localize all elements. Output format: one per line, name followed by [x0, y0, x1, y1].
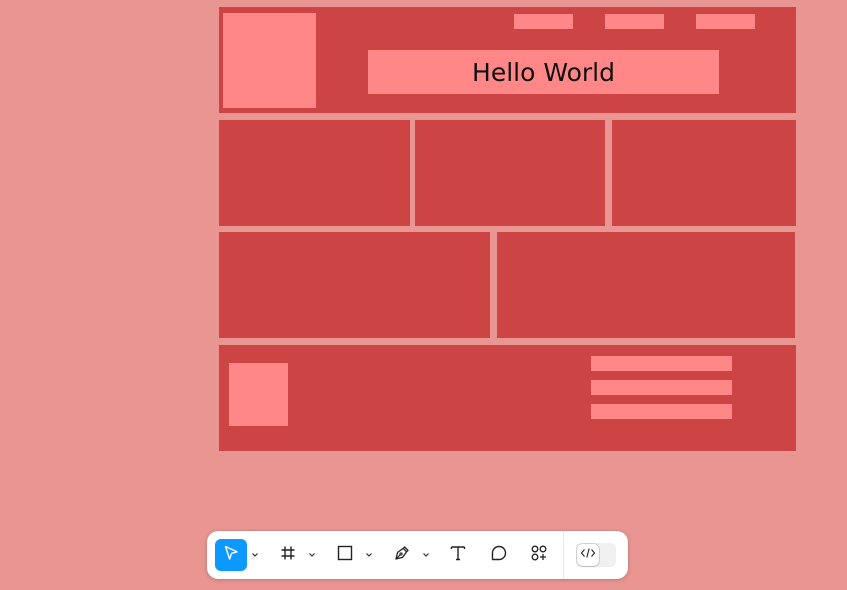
shape-tool-menu-chevron-icon[interactable]: [364, 550, 374, 560]
pen-tool-button[interactable]: [386, 539, 418, 571]
footer-link-placeholder-3[interactable]: [591, 404, 732, 419]
footer-link-placeholder-1[interactable]: [591, 356, 732, 371]
comment-tool-button[interactable]: [483, 539, 515, 571]
dev-mode-toggle-knob: [577, 544, 599, 566]
pen-nib-icon: [393, 544, 411, 567]
nav-link-placeholder-2[interactable]: [605, 14, 664, 29]
content-panel-2[interactable]: [497, 232, 795, 338]
move-tool-menu-chevron-icon[interactable]: [250, 550, 260, 560]
text-t-icon: [449, 544, 467, 567]
resources-tool-button[interactable]: [523, 539, 555, 571]
cursor-arrow-icon: [222, 544, 240, 567]
speech-bubble-icon: [490, 544, 508, 567]
content-panel-1[interactable]: [219, 232, 490, 338]
toolbar-divider: [563, 531, 564, 579]
text-tool-button[interactable]: [442, 539, 474, 571]
nav-link-placeholder-3[interactable]: [696, 14, 755, 29]
components-grid-plus-icon: [530, 544, 548, 567]
shape-tool-button[interactable]: [329, 539, 361, 571]
content-card-3[interactable]: [612, 120, 796, 226]
rectangle-icon: [336, 544, 354, 567]
hero-title[interactable]: Hello World: [368, 50, 719, 94]
move-tool-button[interactable]: [215, 539, 247, 571]
code-brackets-icon: [580, 546, 596, 564]
footer-link-placeholder-2[interactable]: [591, 380, 732, 395]
frame-tool-menu-chevron-icon[interactable]: [307, 550, 317, 560]
nav-link-placeholder-1[interactable]: [514, 14, 573, 29]
frame-tool-button[interactable]: [272, 539, 304, 571]
dev-mode-toggle[interactable]: [576, 543, 616, 567]
pen-tool-menu-chevron-icon[interactable]: [421, 550, 431, 560]
content-card-1[interactable]: [219, 120, 410, 226]
design-canvas[interactable]: Hello World: [0, 0, 847, 590]
content-card-2[interactable]: [415, 120, 605, 226]
bottom-toolbar: [207, 531, 628, 579]
footer-logo-placeholder[interactable]: [229, 363, 288, 426]
frame-hash-icon: [279, 544, 297, 567]
header-logo-placeholder[interactable]: [223, 13, 316, 108]
